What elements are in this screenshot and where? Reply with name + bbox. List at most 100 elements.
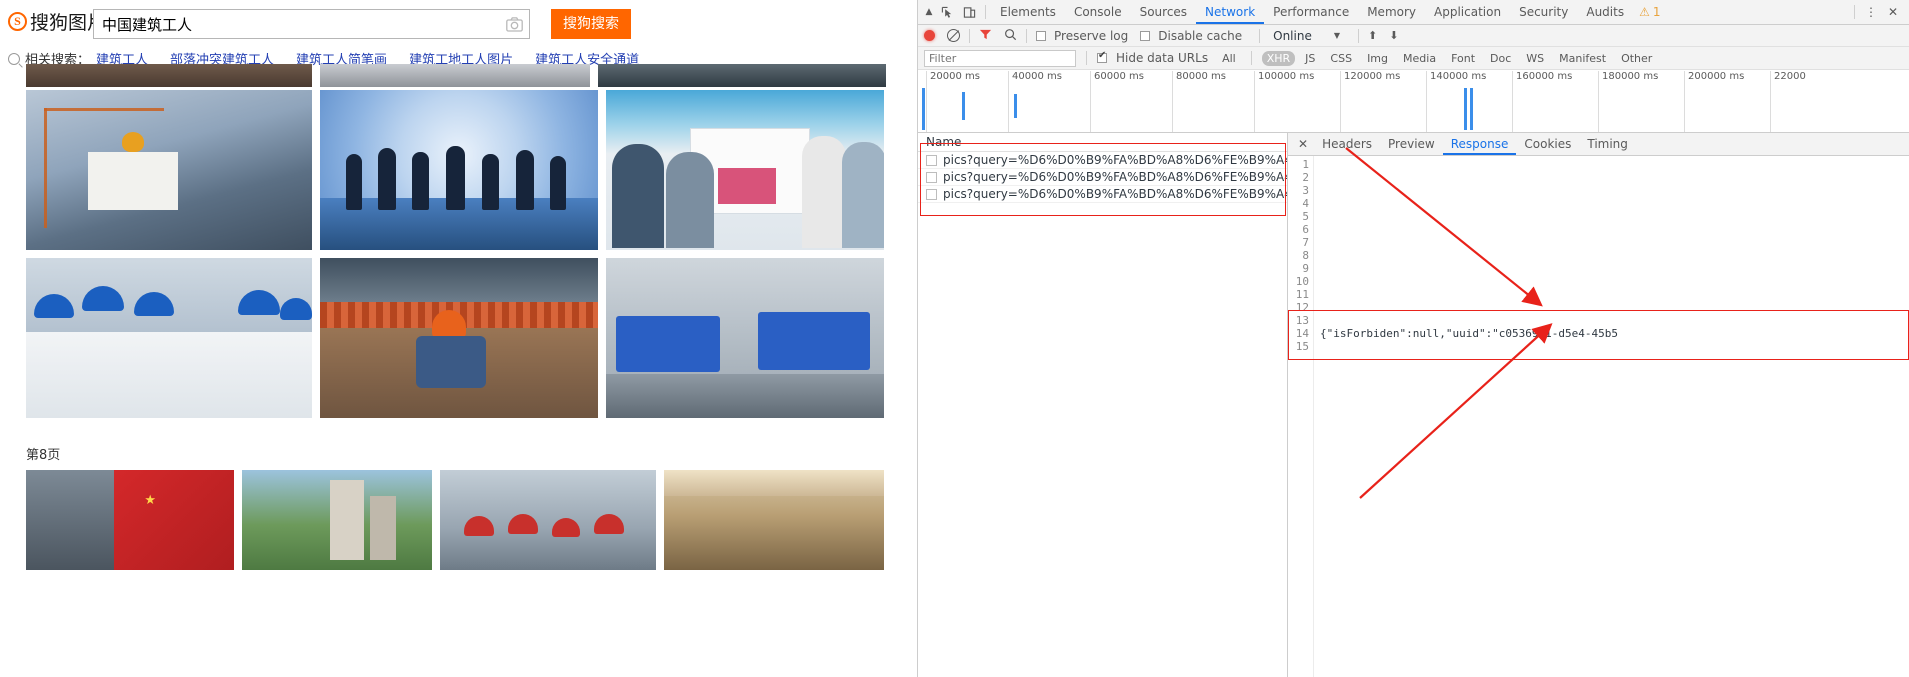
divider (1026, 28, 1027, 43)
table-row[interactable]: pics?query=%D6%D0%B9%FA%BD%A8%D6%FE%B9%A… (918, 152, 1287, 169)
filter-type-js[interactable]: JS (1300, 51, 1320, 66)
image-row (26, 90, 886, 250)
result-image[interactable] (320, 90, 598, 250)
throttle-select[interactable]: Online (1273, 29, 1312, 43)
hide-data-urls-checkbox[interactable] (1097, 50, 1107, 65)
filter-type-other[interactable]: Other (1616, 51, 1657, 66)
divider (1250, 51, 1252, 65)
tab-application[interactable]: Application (1425, 0, 1510, 24)
detail-tab-headers[interactable]: Headers (1314, 133, 1380, 155)
search-button[interactable]: 搜狗搜索 (551, 9, 631, 39)
result-image[interactable] (26, 90, 312, 250)
result-image[interactable] (320, 64, 590, 87)
image-row (26, 258, 886, 418)
warning-count: 1 (1652, 5, 1661, 19)
close-icon[interactable]: ✕ (1882, 2, 1904, 22)
timeline-bar (922, 88, 925, 130)
network-toolbar: Preserve log Disable cache Online ▼ ⬆ ⬇ (918, 25, 1909, 47)
request-detail-pane: ✕ Headers Preview Response Cookies Timin… (1288, 133, 1909, 677)
network-timeline-overview[interactable]: 20000 ms 40000 ms 60000 ms 80000 ms 1000… (918, 70, 1909, 133)
chevron-down-icon[interactable]: ▼ (1334, 31, 1340, 40)
disable-cache-checkbox[interactable] (1140, 29, 1151, 43)
search-input[interactable] (94, 10, 499, 38)
export-har-icon[interactable]: ⬇ (1389, 29, 1398, 42)
line-number: 3 (1302, 184, 1309, 197)
result-image[interactable] (664, 470, 884, 570)
filter-type-media[interactable]: Media (1398, 51, 1441, 66)
devtools-tabbar-right: ⋮ ✕ (1849, 2, 1909, 22)
table-row[interactable]: pics?query=%D6%D0%B9%FA%BD%A8%D6%FE%B9%A… (918, 169, 1287, 186)
timeline-tick: 100000 ms (1254, 71, 1314, 132)
result-image[interactable] (26, 64, 312, 87)
disable-cache-label: Disable cache (1158, 28, 1243, 43)
inspect-element-icon[interactable] (936, 2, 958, 22)
request-checkbox-icon (926, 154, 937, 166)
detail-tab-response[interactable]: Response (1442, 133, 1517, 155)
filter-type-xhr[interactable]: XHR (1261, 50, 1296, 66)
search-icon[interactable] (1004, 28, 1017, 44)
timeline-tick: 160000 ms (1512, 71, 1572, 132)
scroll-up-icon[interactable]: ▲ (922, 7, 936, 17)
response-code[interactable]: {"isForbiden":null,"uuid":"c0536971-d5e4… (1314, 156, 1909, 677)
result-image[interactable] (606, 90, 884, 250)
result-image[interactable]: ★ (26, 470, 234, 570)
device-toolbar-icon[interactable] (958, 2, 980, 22)
image-results-grid (26, 90, 886, 426)
detail-tab-preview[interactable]: Preview (1380, 133, 1443, 155)
tab-sources[interactable]: Sources (1131, 0, 1196, 24)
tab-security[interactable]: Security (1510, 0, 1577, 24)
detail-tab-timing[interactable]: Timing (1579, 133, 1636, 155)
result-image[interactable] (242, 470, 432, 570)
timeline-tick: 140000 ms (1426, 71, 1486, 132)
tab-audits[interactable]: Audits (1577, 0, 1633, 24)
camera-icon[interactable] (499, 10, 529, 38)
result-image[interactable] (320, 258, 598, 418)
kebab-menu-icon[interactable]: ⋮ (1860, 2, 1882, 22)
tab-memory[interactable]: Memory (1358, 0, 1425, 24)
filter-icon[interactable] (979, 28, 992, 44)
divider (1358, 28, 1359, 43)
filter-type-ws[interactable]: WS (1521, 51, 1549, 66)
column-header-name[interactable]: Name (918, 133, 1287, 152)
devtools-tabbar: ▲ Elements Console Sources Network Perfo… (918, 0, 1909, 25)
detail-tab-cookies[interactable]: Cookies (1516, 133, 1579, 155)
page-indicator: 第8页 (26, 448, 61, 463)
tab-network[interactable]: Network (1196, 0, 1265, 24)
filter-input[interactable] (924, 49, 1076, 67)
filter-type-css[interactable]: CSS (1325, 51, 1357, 66)
result-image[interactable] (26, 258, 312, 418)
line-number: 13 (1295, 314, 1309, 327)
line-number: 7 (1302, 236, 1309, 249)
tab-elements[interactable]: Elements (991, 0, 1065, 24)
sogou-header: S 搜狗图片 搜狗搜索 (0, 0, 917, 46)
import-har-icon[interactable]: ⬆ (1368, 29, 1377, 42)
preserve-log-checkbox[interactable] (1036, 29, 1046, 43)
filter-type-img[interactable]: Img (1362, 51, 1393, 66)
record-button-icon[interactable] (924, 30, 935, 41)
warning-badge[interactable]: ⚠ 1 (1639, 5, 1660, 19)
filter-type-doc[interactable]: Doc (1485, 51, 1516, 66)
filter-type-font[interactable]: Font (1446, 51, 1480, 66)
sogou-logo[interactable]: S 搜狗图片 (8, 8, 106, 35)
result-image[interactable] (606, 258, 884, 418)
tab-performance[interactable]: Performance (1264, 0, 1358, 24)
result-image[interactable] (440, 470, 656, 570)
timeline-tick: 180000 ms (1598, 71, 1658, 132)
timeline-bar (1464, 88, 1467, 130)
tab-console[interactable]: Console (1065, 0, 1131, 24)
result-image[interactable] (598, 64, 886, 87)
clear-icon[interactable] (947, 29, 960, 42)
filter-type-all[interactable]: All (1217, 51, 1241, 66)
close-detail-icon[interactable]: ✕ (1292, 137, 1314, 151)
line-number: 14 (1295, 327, 1309, 340)
network-request-list: Name pics?query=%D6%D0%B9%FA%BD%A8%D6%FE… (918, 133, 1288, 677)
line-number: 4 (1302, 197, 1309, 210)
line-number: 1 (1302, 158, 1309, 171)
line-number: 11 (1295, 288, 1309, 301)
filter-type-manifest[interactable]: Manifest (1554, 51, 1611, 66)
table-row[interactable]: pics?query=%D6%D0%B9%FA%BD%A8%D6%FE%B9%A… (918, 186, 1287, 203)
